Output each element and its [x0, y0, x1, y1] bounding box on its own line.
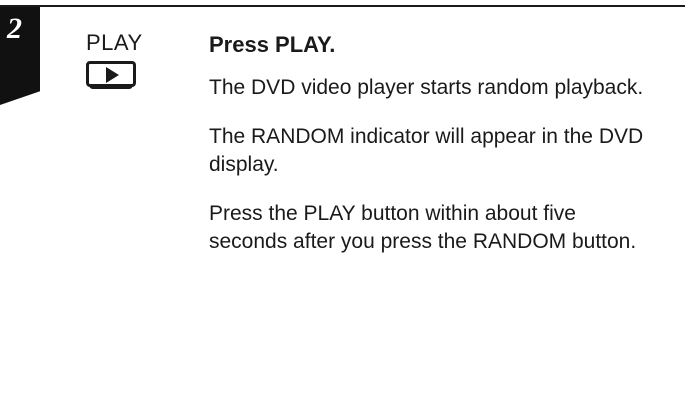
instruction-paragraph-3: Press the PLAY button within about five … — [209, 202, 637, 253]
top-rule — [0, 5, 685, 7]
play-button-label: PLAY — [86, 30, 143, 55]
play-key-illustration — [86, 61, 136, 89]
instruction-paragraph-2: The RANDOM indicator will appear in the … — [209, 125, 644, 176]
step-number: 2 — [7, 12, 22, 45]
play-triangle-icon — [106, 67, 119, 83]
instruction-heading: Press PLAY. — [209, 32, 336, 57]
instruction-content: Press PLAY. The DVD video player starts … — [209, 32, 649, 256]
instruction-paragraph-1: The DVD video player starts random playb… — [209, 76, 644, 99]
